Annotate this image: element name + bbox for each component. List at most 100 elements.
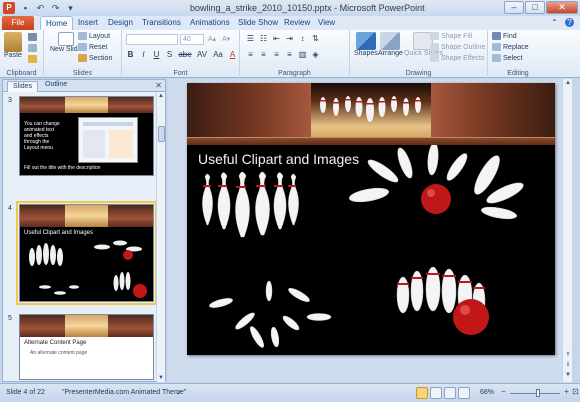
list-buttons: ☰ ☷ ⇤ ⇥ ↕ ⇅ bbox=[246, 34, 320, 43]
increase-indent-icon[interactable]: ⇥ bbox=[285, 34, 294, 43]
header-pins-image bbox=[320, 96, 421, 122]
tab-design[interactable]: Design bbox=[108, 18, 133, 27]
bold-button[interactable]: B bbox=[126, 50, 135, 59]
group-drawing: Shapes Arrange Quick Styles Shape Fill S… bbox=[350, 30, 488, 78]
paste-icon bbox=[4, 32, 22, 52]
layout-button[interactable]: Layout bbox=[78, 32, 110, 40]
italic-button[interactable]: I bbox=[139, 50, 148, 59]
tab-outline[interactable]: Outline bbox=[45, 81, 67, 88]
character-spacing-button[interactable]: AV bbox=[196, 50, 208, 59]
theme-name[interactable]: "PresenterMedia.com Animated Theme" bbox=[62, 389, 186, 396]
reset-button[interactable]: Reset bbox=[78, 43, 107, 51]
minimize-ribbon-icon[interactable]: ⌃ bbox=[550, 18, 559, 27]
minimize-button[interactable]: – bbox=[504, 1, 524, 14]
paste-button[interactable]: Paste bbox=[4, 32, 22, 59]
editor-scrollbar[interactable]: ▲ ⇑ ⇓ ▼ bbox=[562, 79, 572, 382]
tab-slide-show[interactable]: Slide Show bbox=[238, 18, 278, 27]
spell-check-icon[interactable]: ✓ bbox=[176, 389, 182, 397]
tab-insert[interactable]: Insert bbox=[78, 18, 98, 27]
help-icon[interactable]: ? bbox=[565, 18, 574, 27]
select-button[interactable]: Select bbox=[492, 54, 522, 62]
tab-review[interactable]: Review bbox=[284, 18, 310, 27]
align-center-icon[interactable]: ≡ bbox=[259, 50, 268, 59]
scroll-thumb[interactable] bbox=[158, 126, 165, 142]
find-button[interactable]: Find bbox=[492, 32, 517, 40]
thumb-lane bbox=[65, 205, 108, 227]
columns-icon[interactable]: ▥ bbox=[298, 50, 307, 59]
customize-qat-icon[interactable]: ▾ bbox=[65, 3, 76, 13]
powerpoint-icon[interactable]: P bbox=[3, 2, 15, 14]
underline-button[interactable]: U bbox=[152, 50, 161, 59]
save-icon[interactable]: ▪ bbox=[20, 3, 31, 13]
numbering-icon[interactable]: ☷ bbox=[259, 34, 268, 43]
align-left-icon[interactable]: ≡ bbox=[246, 50, 255, 59]
scroll-down-icon[interactable]: ▼ bbox=[157, 374, 165, 382]
shape-effects-icon bbox=[430, 54, 439, 62]
font-size-combo[interactable]: 40 bbox=[180, 34, 204, 45]
tab-transitions[interactable]: Transitions bbox=[142, 18, 181, 27]
line-spacing-icon[interactable]: ↕ bbox=[298, 34, 307, 43]
decrease-indent-icon[interactable]: ⇤ bbox=[272, 34, 281, 43]
scattered-pins-image bbox=[209, 280, 332, 348]
fit-to-window-icon[interactable]: ⊡ bbox=[571, 388, 580, 397]
tab-file[interactable]: File bbox=[2, 16, 34, 30]
close-icon[interactable]: ✕ bbox=[155, 81, 162, 90]
zoom-slider-handle[interactable] bbox=[535, 389, 540, 397]
zoom-in-icon[interactable]: + bbox=[562, 388, 571, 397]
slide-sorter-icon[interactable] bbox=[430, 387, 442, 399]
shadow-button[interactable]: S bbox=[165, 50, 174, 59]
scroll-down-icon[interactable]: ▼ bbox=[564, 371, 572, 380]
replace-button[interactable]: Replace bbox=[492, 43, 529, 51]
text-direction-icon[interactable]: ⇅ bbox=[311, 34, 320, 43]
reading-view-icon[interactable] bbox=[444, 387, 456, 399]
shape-outline-button[interactable]: Shape Outline bbox=[430, 43, 485, 51]
bullets-icon[interactable]: ☰ bbox=[246, 34, 255, 43]
tab-animations[interactable]: Animations bbox=[190, 18, 230, 27]
quick-access-toolbar: ▪ ↶ ↷ ▾ bbox=[20, 3, 76, 13]
align-right-icon[interactable]: ≡ bbox=[272, 50, 281, 59]
smartart-icon[interactable]: ◈ bbox=[311, 50, 320, 59]
grow-font-icon[interactable]: A▴ bbox=[208, 35, 216, 43]
arrange-button[interactable]: Arrange bbox=[378, 32, 403, 57]
normal-view-icon[interactable] bbox=[416, 387, 428, 399]
strikethrough-button[interactable]: abe bbox=[178, 50, 192, 59]
new-slide-button[interactable]: New Slide bbox=[50, 32, 82, 53]
close-button[interactable]: ✕ bbox=[546, 1, 578, 14]
tab-view[interactable]: View bbox=[318, 18, 335, 27]
clipboard-group-label: Clipboard bbox=[6, 70, 37, 77]
redo-icon[interactable]: ↷ bbox=[50, 3, 61, 13]
slide-thumbnail-5[interactable]: Alternate Content Page An alternate cont… bbox=[19, 314, 154, 380]
shape-fill-button[interactable]: Shape Fill bbox=[430, 32, 472, 40]
cut-icon[interactable] bbox=[28, 33, 37, 41]
editing-group-label: Editing bbox=[507, 70, 529, 77]
notes-area[interactable] bbox=[187, 361, 555, 375]
slide-thumbnail-3[interactable]: You can change animated text and effects… bbox=[19, 96, 154, 176]
slide-show-icon[interactable] bbox=[458, 387, 470, 399]
zoom-level[interactable]: 68% bbox=[480, 389, 494, 396]
font-name-combo[interactable] bbox=[126, 34, 178, 45]
shapes-icon bbox=[355, 32, 376, 50]
format-painter-icon[interactable] bbox=[28, 55, 37, 63]
panel-scrollbar[interactable]: ▲ ▼ bbox=[156, 92, 165, 382]
tab-home[interactable]: Home bbox=[40, 16, 74, 30]
scroll-up-icon[interactable]: ▲ bbox=[157, 92, 165, 100]
scroll-up-icon[interactable]: ▲ bbox=[564, 79, 572, 88]
justify-icon[interactable]: ≡ bbox=[285, 50, 294, 59]
maximize-button[interactable]: □ bbox=[525, 1, 545, 14]
shapes-button[interactable]: Shapes bbox=[354, 32, 378, 57]
copy-icon[interactable] bbox=[28, 44, 37, 52]
shrink-font-icon[interactable]: A▾ bbox=[222, 35, 230, 43]
slide-number: 3 bbox=[8, 97, 12, 104]
tab-slides[interactable]: Slides bbox=[7, 81, 39, 92]
slide-thumbnail-4[interactable]: Useful Clipart and Images bbox=[16, 201, 157, 305]
font-color-button[interactable]: A bbox=[228, 50, 237, 59]
status-bar: Slide 4 of 22 "PresenterMedia.com Animat… bbox=[0, 383, 580, 402]
undo-icon[interactable]: ↶ bbox=[35, 3, 46, 13]
section-button[interactable]: Section bbox=[78, 54, 112, 62]
previous-slide-icon[interactable]: ⇑ bbox=[564, 351, 572, 360]
change-case-button[interactable]: Aa bbox=[212, 50, 224, 59]
zoom-out-icon[interactable]: − bbox=[499, 388, 508, 397]
shape-effects-button[interactable]: Shape Effects bbox=[430, 54, 484, 62]
current-slide[interactable]: Useful Clipart and Images bbox=[187, 83, 555, 355]
next-slide-icon[interactable]: ⇓ bbox=[564, 361, 572, 370]
